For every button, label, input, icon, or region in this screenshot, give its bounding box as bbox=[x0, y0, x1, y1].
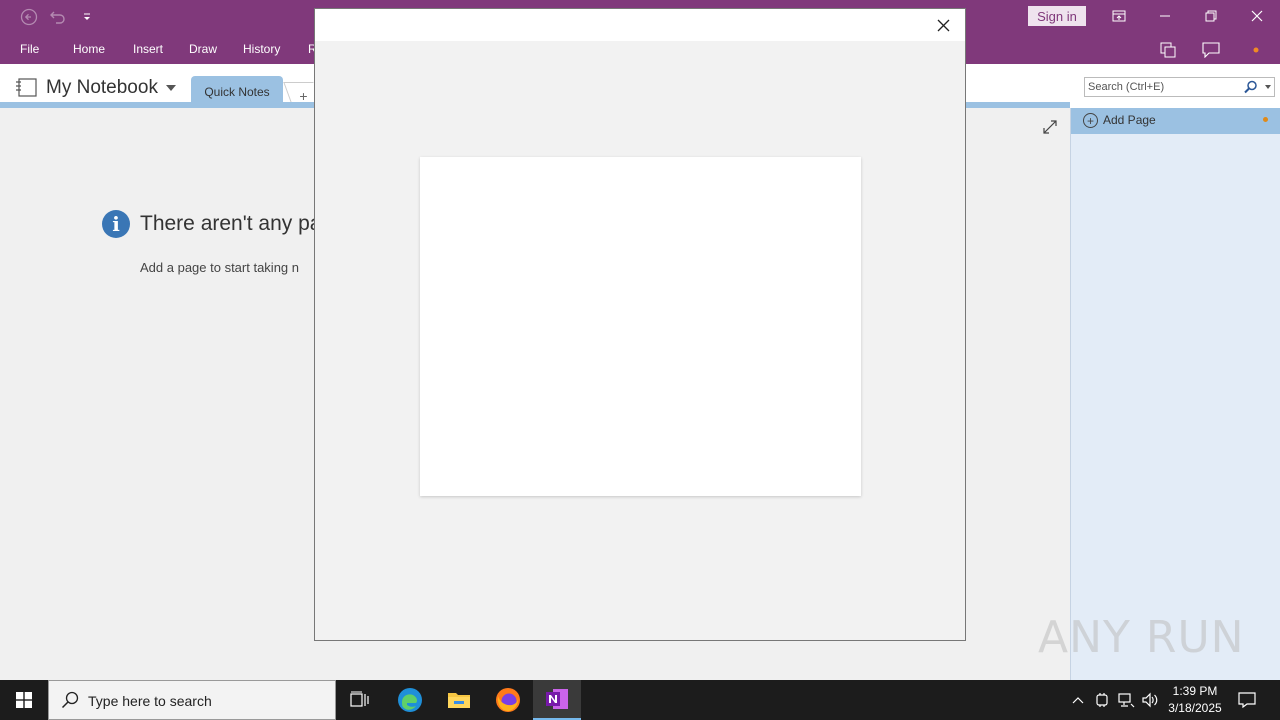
pages-icon bbox=[1160, 42, 1176, 58]
ribbon-display-button[interactable] bbox=[1096, 0, 1142, 32]
sign-in-button[interactable]: Sign in bbox=[1028, 6, 1086, 26]
watermark-logo: ANY RUN bbox=[1038, 612, 1245, 663]
tray-device[interactable] bbox=[1092, 690, 1112, 710]
restore-icon bbox=[1205, 10, 1217, 22]
start-button[interactable] bbox=[0, 680, 48, 720]
back-icon bbox=[20, 8, 38, 26]
chevron-up-icon bbox=[1072, 697, 1084, 704]
tab-history[interactable]: History bbox=[243, 42, 280, 56]
folder-icon bbox=[448, 693, 470, 708]
show-hidden-icons-button[interactable] bbox=[1068, 690, 1088, 710]
clock-date: 3/18/2025 bbox=[1168, 701, 1222, 715]
chevron-down-icon[interactable] bbox=[166, 85, 176, 91]
notification-dot bbox=[1244, 40, 1268, 60]
tray-network[interactable] bbox=[1116, 690, 1136, 710]
modal-content-card bbox=[420, 157, 861, 496]
tray-volume[interactable] bbox=[1140, 690, 1160, 710]
windows-logo-icon bbox=[16, 692, 32, 708]
minimize-icon bbox=[1160, 15, 1170, 17]
speaker-icon bbox=[1142, 692, 1158, 708]
page-list-pane: + Add Page bbox=[1070, 108, 1280, 680]
edge-icon bbox=[398, 688, 422, 712]
add-icon: + bbox=[1083, 113, 1098, 128]
search-icon bbox=[61, 691, 79, 709]
taskbar-clock[interactable]: 1:39 PM 3/18/2025 bbox=[1160, 683, 1230, 717]
customize-qat-icon bbox=[84, 13, 90, 20]
taskbar: Type here to search 1:39 PM 3/18/2025 bbox=[0, 680, 1280, 720]
undo-button[interactable] bbox=[47, 6, 69, 28]
search-input[interactable]: Search (Ctrl+E) bbox=[1084, 77, 1275, 97]
taskbar-search-placeholder: Type here to search bbox=[88, 693, 212, 709]
comment-icon bbox=[1202, 42, 1220, 58]
customize-qat-button[interactable] bbox=[76, 6, 98, 28]
close-icon bbox=[937, 19, 949, 31]
task-view-icon bbox=[350, 691, 369, 707]
onenote-icon bbox=[546, 689, 568, 709]
taskbar-onenote[interactable] bbox=[533, 680, 581, 720]
add-page-label: Add Page bbox=[1103, 113, 1156, 127]
dot-icon bbox=[1253, 47, 1259, 53]
notification-icon bbox=[1238, 692, 1256, 708]
tab-home[interactable]: Home bbox=[73, 42, 105, 56]
notebook-icon bbox=[16, 78, 37, 97]
empty-state-title: There aren't any pa bbox=[140, 212, 322, 235]
action-center-button[interactable] bbox=[1236, 690, 1258, 710]
tab-insert[interactable]: Insert bbox=[133, 42, 163, 56]
tab-file[interactable]: File bbox=[20, 42, 39, 56]
empty-state-subtitle: Add a page to start taking n bbox=[140, 260, 299, 275]
search-scope-chevron-icon[interactable] bbox=[1265, 85, 1271, 89]
dot-icon bbox=[1263, 117, 1268, 122]
taskbar-file-explorer[interactable] bbox=[435, 680, 483, 720]
ribbon-display-icon bbox=[1112, 10, 1126, 22]
network-icon bbox=[1118, 693, 1135, 708]
modal-dialog bbox=[314, 8, 966, 641]
undo-icon bbox=[50, 11, 65, 24]
device-icon bbox=[1096, 693, 1108, 707]
back-button[interactable] bbox=[18, 6, 40, 28]
clock-time: 1:39 PM bbox=[1172, 684, 1218, 698]
firefox-icon bbox=[496, 688, 520, 712]
modal-header bbox=[315, 9, 965, 41]
taskbar-edge[interactable] bbox=[386, 680, 434, 720]
comments-button[interactable] bbox=[1199, 40, 1223, 60]
notebook-name[interactable]: My Notebook bbox=[46, 77, 158, 99]
tab-draw[interactable]: Draw bbox=[189, 42, 217, 56]
add-page-button[interactable]: + Add Page bbox=[1071, 108, 1280, 134]
task-view-button[interactable] bbox=[336, 680, 384, 720]
search-icon[interactable] bbox=[1244, 80, 1258, 94]
expand-icon[interactable] bbox=[1042, 119, 1058, 135]
minimize-button[interactable] bbox=[1142, 0, 1188, 32]
close-button[interactable] bbox=[1234, 0, 1280, 32]
restore-button[interactable] bbox=[1188, 0, 1234, 32]
taskbar-search-box[interactable]: Type here to search bbox=[48, 680, 336, 720]
taskbar-firefox[interactable] bbox=[484, 680, 532, 720]
close-icon bbox=[1251, 10, 1263, 22]
sticky-notes-button[interactable] bbox=[1156, 40, 1180, 60]
modal-close-button[interactable] bbox=[931, 13, 955, 37]
search-placeholder: Search (Ctrl+E) bbox=[1088, 81, 1165, 93]
info-icon: i bbox=[102, 210, 130, 238]
